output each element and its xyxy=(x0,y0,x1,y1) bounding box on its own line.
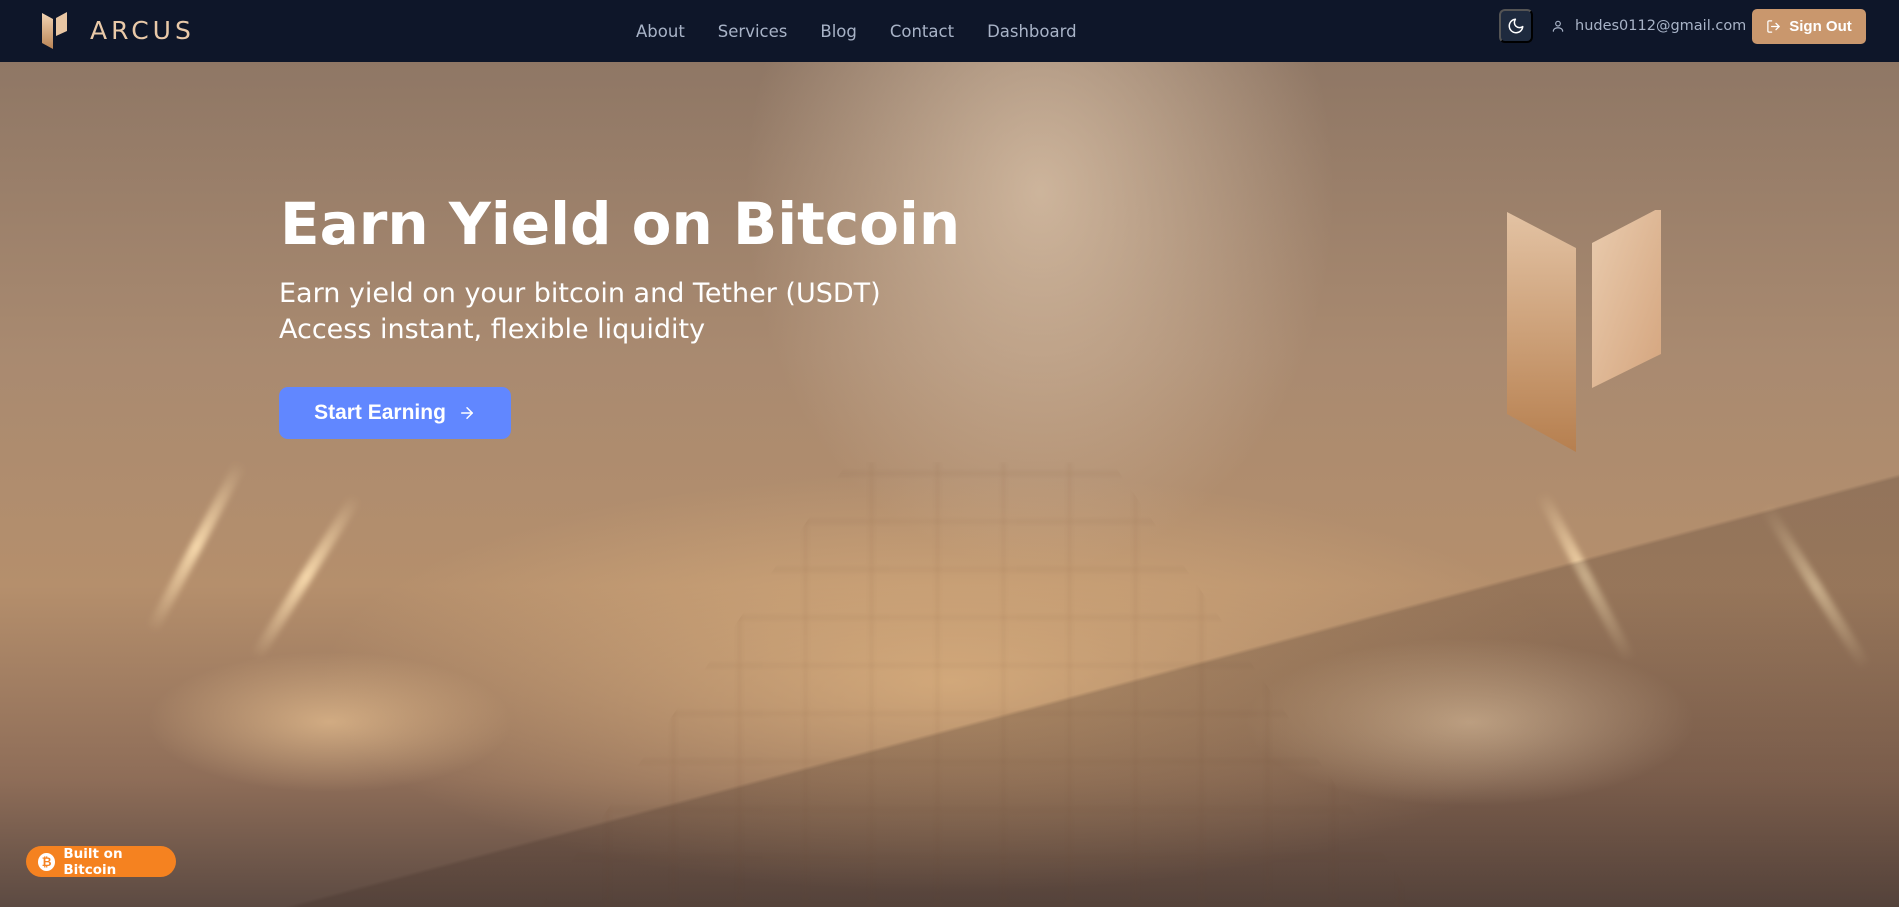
nav-link-dashboard[interactable]: Dashboard xyxy=(987,22,1077,41)
arcus-mark-icon xyxy=(1507,210,1661,452)
sign-out-label: Sign Out xyxy=(1789,18,1852,35)
theme-toggle-button[interactable] xyxy=(1499,9,1533,43)
start-earning-button[interactable]: Start Earning xyxy=(279,387,511,439)
hero-subtitle-line-2: Access instant, flexible liquidity xyxy=(279,314,706,345)
nav-link-services[interactable]: Services xyxy=(718,22,788,41)
user-icon xyxy=(1552,20,1564,32)
hero-subtitle: Earn yield on your bitcoin and Tether (U… xyxy=(279,276,881,348)
brand-name: ARCUS xyxy=(90,15,195,45)
main-nav: About Services Blog Contact Dashboard xyxy=(636,0,1110,62)
hero-subtitle-line-1: Earn yield on your bitcoin and Tether (U… xyxy=(279,278,881,309)
nav-link-blog[interactable]: Blog xyxy=(820,22,856,41)
brand-logo[interactable]: ARCUS xyxy=(40,10,195,50)
sign-out-icon xyxy=(1767,20,1780,33)
arrow-right-icon xyxy=(460,407,473,419)
top-navbar: ARCUS About Services Blog Contact Dashbo… xyxy=(0,0,1899,62)
hero-title: Earn Yield on Bitcoin xyxy=(280,190,961,258)
hero-section: Earn Yield on Bitcoin Earn yield on your… xyxy=(0,62,1899,907)
moon-icon xyxy=(1508,18,1524,34)
built-on-bitcoin-badge[interactable]: ₿ Built on Bitcoin xyxy=(26,845,176,878)
hero-overlay xyxy=(0,62,1899,907)
user-account[interactable]: hudes0112@gmail.com xyxy=(1551,13,1746,39)
built-on-bitcoin-label: Built on Bitcoin xyxy=(63,845,123,878)
nav-link-about[interactable]: About xyxy=(636,22,685,41)
arcus-logo-icon xyxy=(42,12,67,49)
user-email: hudes0112@gmail.com xyxy=(1575,18,1747,34)
bitcoin-icon: ₿ xyxy=(38,852,56,871)
nav-link-contact[interactable]: Contact xyxy=(890,22,954,41)
sign-out-button[interactable]: Sign Out xyxy=(1752,9,1866,44)
start-earning-label: Start Earning xyxy=(314,401,446,424)
